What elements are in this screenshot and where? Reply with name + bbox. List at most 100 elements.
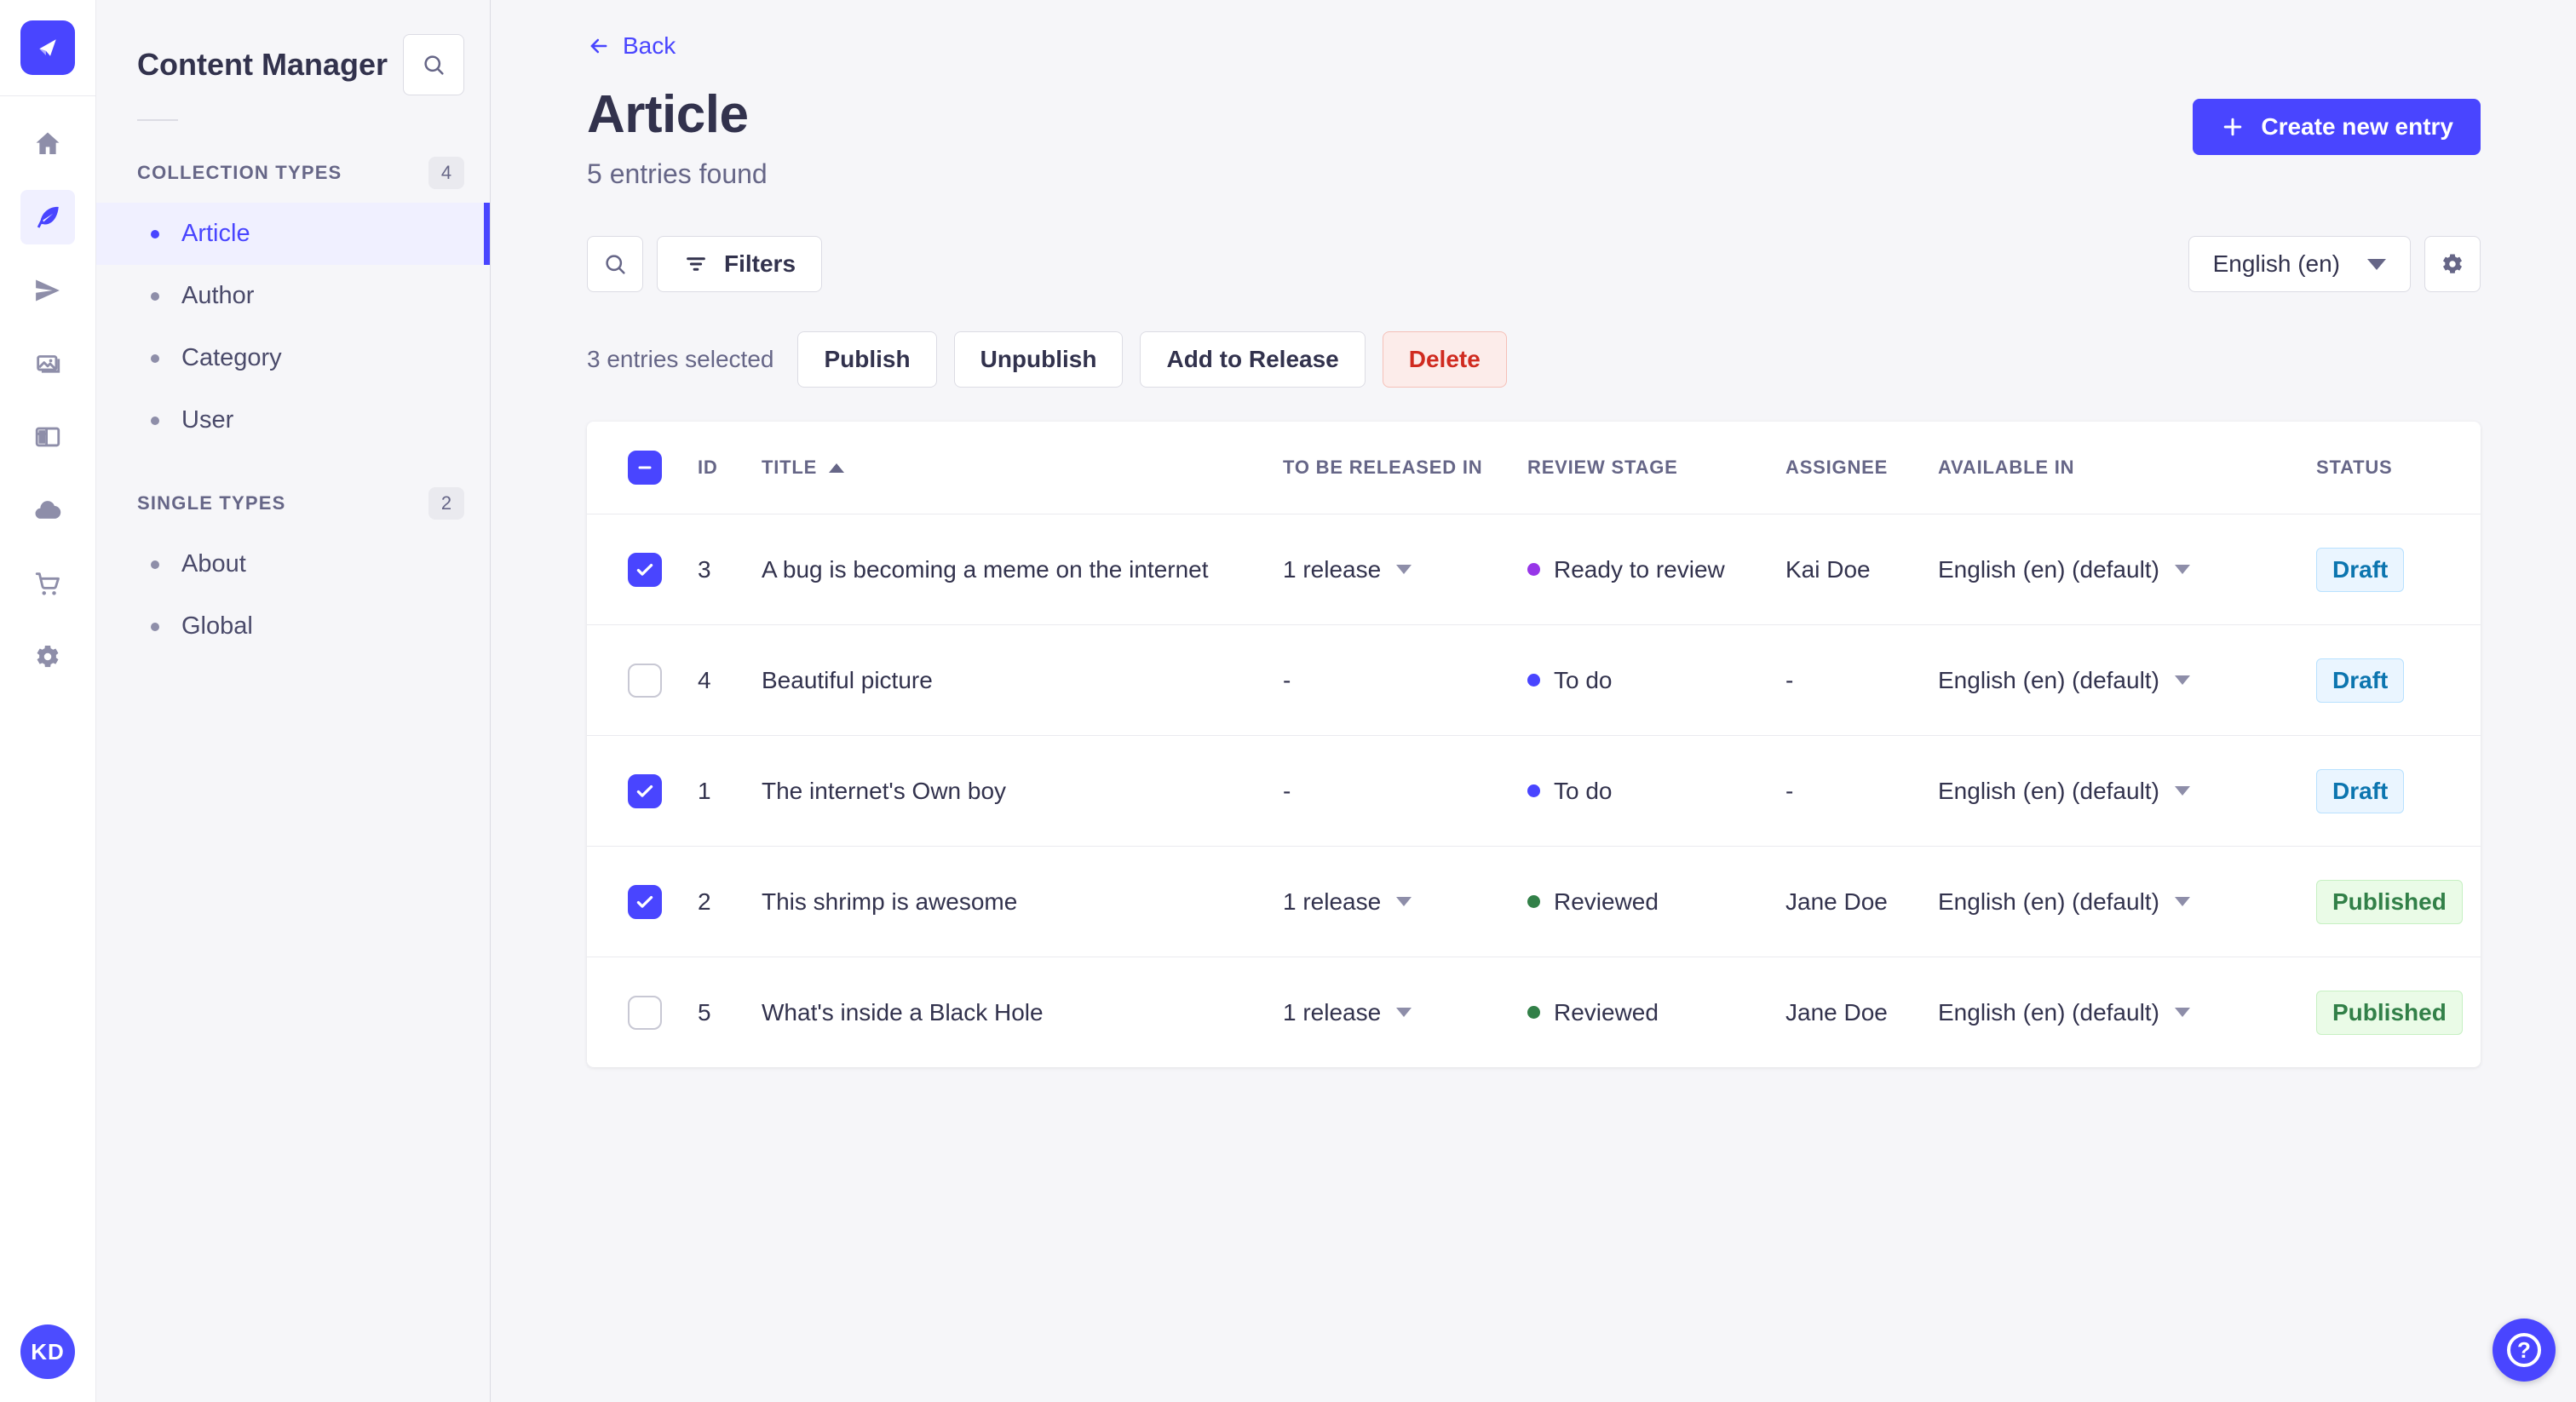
layout-builder-icon[interactable]	[20, 410, 75, 464]
table-row[interactable]: 1 The internet's Own boy - To do - Engli…	[587, 735, 2481, 846]
home-icon[interactable]	[20, 117, 75, 171]
sidebar-item-global[interactable]: Global	[96, 595, 490, 658]
row-checkbox[interactable]	[628, 884, 662, 919]
cell-released[interactable]: 1 release	[1283, 999, 1527, 1026]
header-assignee: ASSIGNEE	[1785, 457, 1889, 478]
view-settings-button[interactable]	[2424, 236, 2481, 292]
content-manager-icon[interactable]	[20, 190, 75, 244]
cell-available[interactable]: English (en) (default)	[1938, 778, 2316, 805]
section-label: COLLECTION TYPES	[137, 162, 342, 183]
subnav-search-button[interactable]	[403, 34, 464, 95]
sort-ascending-icon	[829, 463, 845, 473]
cell-released[interactable]: 1 release	[1283, 888, 1527, 916]
cell-released[interactable]: -	[1283, 667, 1527, 694]
table-row[interactable]: 5 What's inside a Black Hole 1 release R…	[587, 957, 2481, 1067]
locale-select[interactable]: English (en)	[2188, 236, 2411, 292]
select-all-checkbox[interactable]	[628, 451, 662, 485]
check-icon	[636, 784, 653, 797]
table-header-row: ID TITLE TO BE RELEASED IN REVIEW STAGE …	[587, 422, 2481, 514]
cell-review: Reviewed	[1527, 888, 1785, 916]
plus-icon	[2224, 118, 2242, 136]
sidebar-item-about[interactable]: About	[96, 533, 490, 595]
strapi-logo-icon	[39, 39, 56, 56]
table-row[interactable]: 3 A bug is becoming a meme on the intern…	[587, 514, 2481, 624]
add-to-release-button[interactable]: Add to Release	[1140, 331, 1366, 388]
sidebar-item-category[interactable]: Category	[96, 327, 490, 389]
bullet-icon	[151, 560, 159, 569]
cell-available[interactable]: English (en) (default)	[1938, 999, 2316, 1026]
publish-button[interactable]: Publish	[797, 331, 937, 388]
sidebar-item-label: About	[181, 550, 246, 577]
review-stage-dot	[1527, 784, 1540, 797]
sidebar-item-label: Category	[181, 344, 282, 371]
check-icon	[636, 563, 653, 576]
cell-assignee: -	[1785, 777, 1794, 804]
search-icon	[606, 255, 625, 274]
back-link[interactable]: Back	[587, 32, 676, 60]
row-checkbox[interactable]	[628, 552, 662, 587]
cell-id: 1	[698, 777, 711, 804]
delete-button[interactable]: Delete	[1382, 331, 1507, 388]
cell-released[interactable]: 1 release	[1283, 556, 1527, 583]
bullet-icon	[151, 622, 159, 631]
row-checkbox[interactable]	[628, 773, 662, 808]
sidebar-item-user[interactable]: User	[96, 389, 490, 451]
user-avatar[interactable]: KD	[20, 1324, 75, 1379]
status-badge: Published	[2316, 879, 2463, 924]
review-stage-dot	[1527, 895, 1540, 908]
media-library-icon[interactable]	[20, 336, 75, 391]
review-stage-dot	[1527, 563, 1540, 576]
dash-icon	[638, 466, 652, 469]
cell-assignee: Kai Doe	[1785, 555, 1871, 583]
row-checkbox[interactable]	[628, 663, 662, 698]
settings-gear-icon[interactable]	[20, 629, 75, 684]
chevron-down-icon	[2367, 258, 2386, 270]
caret-down-icon	[2174, 786, 2190, 796]
caret-down-icon	[2174, 675, 2190, 685]
cell-available[interactable]: English (en) (default)	[1938, 556, 2316, 583]
arrow-left-icon	[590, 38, 607, 54]
sidebar-item-article[interactable]: Article	[96, 203, 490, 265]
cell-assignee: Jane Doe	[1785, 888, 1888, 915]
cell-title: Beautiful picture	[762, 666, 933, 693]
header-review-stage: REVIEW STAGE	[1527, 457, 1678, 478]
caret-down-icon	[1396, 1008, 1412, 1017]
bullet-icon	[151, 291, 159, 301]
header-status: STATUS	[2316, 457, 2393, 478]
sidebar-item-author[interactable]: Author	[96, 265, 490, 327]
cell-available[interactable]: English (en) (default)	[1938, 888, 2316, 916]
selection-count: 3 entries selected	[587, 346, 774, 372]
marketplace-cart-icon[interactable]	[20, 556, 75, 611]
table-row[interactable]: 2 This shrimp is awesome 1 release Revie…	[587, 846, 2481, 957]
table-row[interactable]: 4 Beautiful picture - To do - English (e…	[587, 624, 2481, 735]
caret-down-icon	[2174, 897, 2190, 906]
filters-button[interactable]: Filters	[657, 236, 823, 292]
content-manager-subnav: Content Manager COLLECTION TYPES 4 Artic…	[96, 0, 491, 1402]
main-nav-rail: KD	[0, 0, 96, 1402]
row-checkbox[interactable]	[628, 995, 662, 1030]
cell-id: 5	[698, 998, 711, 1026]
subnav-title: Content Manager	[137, 47, 388, 82]
help-button[interactable]: ?	[2493, 1319, 2556, 1382]
cell-review: To do	[1527, 778, 1785, 805]
release-plane-icon[interactable]	[20, 263, 75, 318]
sidebar-item-label: User	[181, 406, 234, 434]
table-search-button[interactable]	[587, 236, 643, 292]
cell-available[interactable]: English (en) (default)	[1938, 667, 2316, 694]
sidebar-item-label: Article	[181, 220, 250, 247]
unpublish-button[interactable]: Unpublish	[953, 331, 1124, 388]
status-badge: Draft	[2316, 658, 2405, 703]
bullet-icon	[151, 416, 159, 425]
cell-title: What's inside a Black Hole	[762, 998, 1044, 1026]
filters-label: Filters	[724, 250, 796, 277]
cell-released[interactable]: -	[1283, 778, 1527, 805]
cell-assignee: -	[1785, 666, 1794, 693]
subnav-sections: COLLECTION TYPES 4 Article Author Catego…	[96, 157, 490, 658]
cell-id: 3	[698, 555, 711, 583]
cloud-icon[interactable]	[20, 483, 75, 537]
create-new-entry-button[interactable]: Create new entry	[2193, 99, 2481, 155]
check-icon	[636, 895, 653, 908]
strapi-logo[interactable]	[20, 20, 75, 75]
header-title[interactable]: TITLE	[762, 457, 1283, 479]
cell-assignee: Jane Doe	[1785, 998, 1888, 1026]
